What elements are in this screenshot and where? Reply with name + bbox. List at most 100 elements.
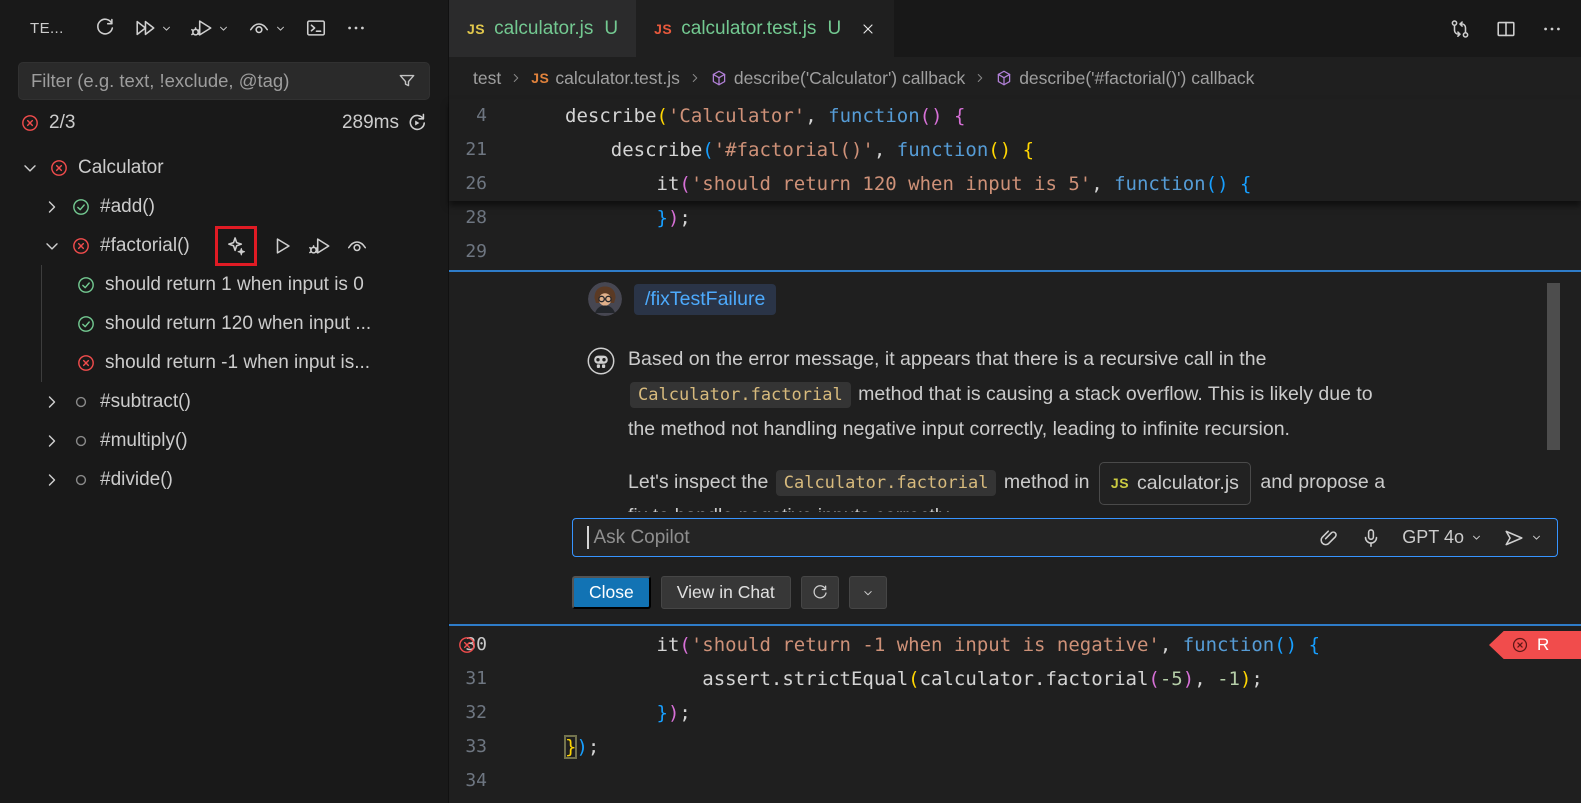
test-tree-item[interactable]: should return 120 when input ... (0, 304, 448, 343)
chevron-right-icon[interactable] (42, 470, 62, 490)
filter-icon[interactable] (397, 71, 417, 91)
editor-group: JScalculator.jsUJScalculator.test.jsU te… (449, 0, 1581, 803)
split-editor-icon[interactable] (1495, 18, 1517, 40)
show-output-icon[interactable] (305, 17, 327, 39)
more-options-button[interactable] (849, 576, 887, 609)
chevron-down-icon[interactable] (160, 22, 173, 35)
message-text: method that is causing a stack overflow.… (853, 383, 1373, 405)
code-line[interactable]: 4describe('Calculator', function() { (449, 99, 1581, 133)
refresh-tests-icon[interactable] (94, 17, 116, 39)
run-test-icon[interactable] (272, 235, 294, 257)
slash-command-chip: /fixTestFailure (634, 284, 776, 315)
continuous-run-icon[interactable] (248, 17, 270, 39)
close-button[interactable]: Close (572, 576, 651, 609)
rerun-tests-icon[interactable] (406, 112, 428, 134)
test-tree-item[interactable]: #add() (0, 187, 448, 226)
file-reference-chip[interactable]: JScalculator.js (1099, 462, 1251, 505)
send-icon[interactable] (1503, 527, 1525, 549)
chat-input-placeholder: Ask Copilot (594, 527, 690, 549)
code-token: describe (565, 105, 657, 127)
line-gutter: 34 (449, 764, 529, 798)
code-token: , (1091, 173, 1114, 195)
test-filter-input[interactable]: Filter (e.g. text, !exclude, @tag) (18, 62, 430, 100)
debug-test-icon[interactable] (309, 235, 331, 257)
code-line[interactable]: 21describe('#factorial()', function() { (449, 133, 1581, 167)
filter-placeholder: Filter (e.g. text, !exclude, @tag) (31, 70, 289, 92)
test-tree-item[interactable]: #multiply() (0, 421, 448, 460)
user-avatar (588, 282, 622, 316)
code-token: ; (588, 736, 599, 758)
microphone-icon[interactable] (1360, 527, 1382, 549)
test-tree-item[interactable]: should return -1 when input is... (0, 343, 448, 382)
tab-label: calculator.test.js (681, 18, 816, 40)
code-token: 'Calculator' (668, 105, 805, 127)
symbol-cube-icon (995, 69, 1013, 87)
breadcrumb-separator-icon (688, 71, 702, 85)
test-tree-item[interactable]: #divide() (0, 460, 448, 499)
code-line[interactable]: 31assert.strictEqual(calculator.factoria… (449, 662, 1581, 696)
tab-modified-badge: U (827, 18, 841, 40)
code-line[interactable]: 28}); (449, 201, 1581, 235)
editor-tab[interactable]: JScalculator.jsU (449, 0, 636, 57)
test-tree-item-label: should return 120 when input ... (105, 313, 371, 335)
test-explorer-toolbar: TE... (0, 0, 448, 56)
code-line[interactable]: 34 (449, 764, 1581, 798)
test-unrun-icon (71, 431, 91, 451)
breadcrumb: test JScalculator.test.js describe('Calcul… (449, 57, 1581, 99)
run-all-tests-icon[interactable] (134, 17, 156, 39)
watch-test-icon[interactable] (346, 235, 368, 257)
message-line: the method not handling negative input c… (628, 412, 1373, 447)
editor-tab[interactable]: JScalculator.test.jsU (636, 0, 894, 57)
line-number: 32 (465, 702, 487, 723)
message-text: Based on the error message, it appears t… (628, 348, 1266, 370)
js-file-icon: JS (1111, 466, 1129, 501)
attach-context-icon[interactable] (1318, 527, 1340, 549)
test-failure-gutter-icon[interactable] (457, 635, 477, 655)
code-token: function (828, 105, 920, 127)
test-tree-item[interactable]: #subtract() (0, 382, 448, 421)
chevron-right-icon[interactable] (42, 431, 62, 451)
breadcrumb-separator-icon (973, 71, 987, 85)
panel-title: TE... (30, 20, 64, 37)
code-token: () (1274, 634, 1297, 656)
open-changes-icon[interactable] (1449, 18, 1471, 40)
fix-test-failure-sparkle-icon[interactable] (225, 235, 247, 257)
test-tree-item[interactable]: #factorial() (0, 226, 448, 265)
copilot-chat-input[interactable]: Ask Copilot GPT 4o (572, 518, 1558, 557)
breadcrumb-item[interactable]: JScalculator.test.js (531, 68, 680, 89)
chevron-down-icon[interactable] (20, 158, 40, 178)
breadcrumb-item[interactable]: describe('#factorial()') callback (995, 68, 1254, 89)
regenerate-button[interactable] (801, 576, 839, 609)
chat-scrollbar[interactable] (1547, 283, 1560, 450)
send-dropdown-chevron-icon[interactable] (1530, 531, 1543, 544)
test-tree-item[interactable]: Calculator (0, 148, 448, 187)
test-tree-item-label: #subtract() (100, 391, 191, 413)
chevron-down-icon[interactable] (217, 22, 230, 35)
code-line[interactable]: 33}); (449, 730, 1581, 764)
chevron-down-icon[interactable] (42, 236, 62, 256)
chevron-right-icon[interactable] (42, 197, 62, 217)
editor-more-actions-icon[interactable] (1541, 18, 1563, 40)
chevron-right-icon[interactable] (42, 392, 62, 412)
message-text: and propose a (1255, 471, 1385, 493)
vscode-window: TE... Filter (e.g. text, !exclude, @tag)… (0, 0, 1581, 803)
close-tab-icon[interactable] (860, 21, 876, 37)
line-number: 34 (465, 770, 487, 791)
test-tree-item-label: #divide() (100, 469, 173, 491)
breadcrumb-item[interactable]: test (473, 68, 501, 89)
line-gutter: 28 (449, 201, 529, 235)
code-line[interactable]: 32}); (449, 696, 1581, 730)
rerun-badge[interactable]: R (1489, 631, 1581, 659)
breadcrumb-item[interactable]: describe('Calculator') callback (710, 68, 965, 89)
code-line[interactable]: 29 (449, 235, 1581, 269)
code-line[interactable]: 26it('should return 120 when input is 5'… (449, 167, 1581, 201)
debug-tests-icon[interactable] (191, 17, 213, 39)
code-token: describe (611, 139, 703, 161)
code-token: { (1229, 173, 1252, 195)
view-in-chat-button[interactable]: View in Chat (661, 576, 791, 609)
more-actions-icon[interactable] (345, 17, 367, 39)
chevron-down-icon[interactable] (274, 22, 287, 35)
test-tree-item[interactable]: should return 1 when input is 0 (0, 265, 448, 304)
code-line[interactable]: 30it('should return -1 when input is neg… (449, 628, 1581, 662)
model-picker[interactable]: GPT 4o (1402, 527, 1483, 548)
